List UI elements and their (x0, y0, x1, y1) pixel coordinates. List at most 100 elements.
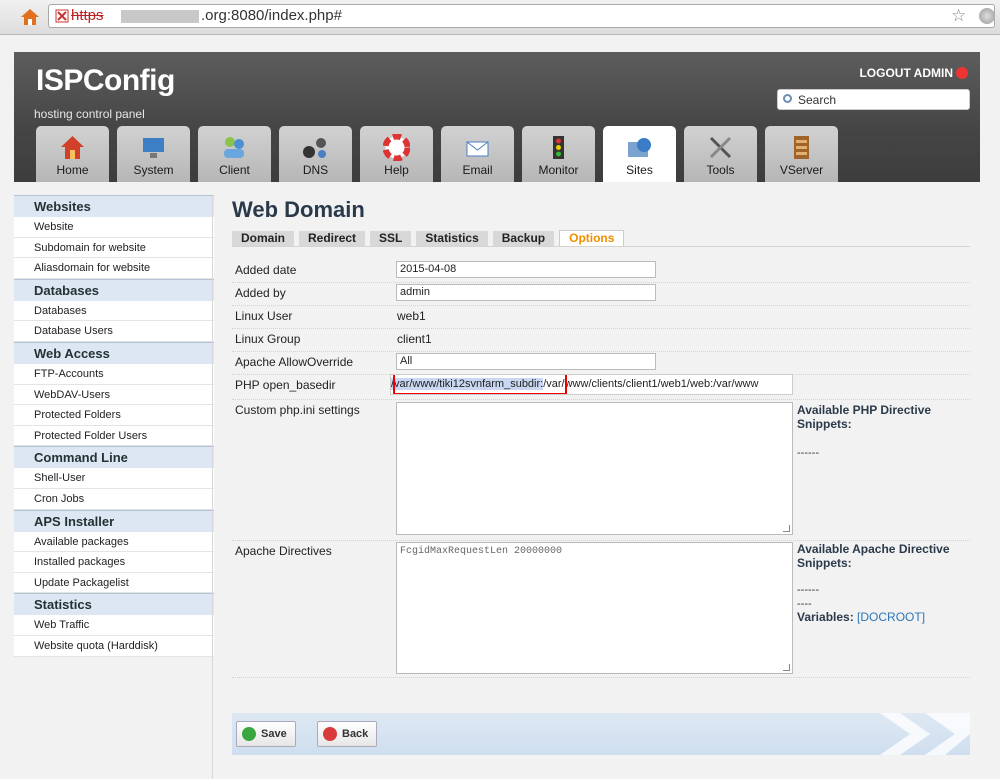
sidebar-item-available-packages[interactable]: Available packages (14, 531, 214, 553)
search-icon (783, 94, 792, 103)
url-text: .org:8080/index.php# (201, 7, 342, 24)
power-icon (956, 67, 968, 79)
highlight-annotation (393, 375, 567, 394)
row-open-basedir: PHP open_basedir /var/www/tiki12svnfarm_… (232, 374, 970, 400)
tab-email[interactable]: Email (441, 126, 514, 182)
php-snippets-text: ------ (797, 447, 819, 459)
subtab-redirect[interactable]: Redirect (299, 231, 366, 246)
search-input[interactable]: Search (777, 89, 970, 110)
linux-group-value: client1 (397, 332, 432, 346)
resize-grip-icon[interactable] (783, 664, 790, 671)
users-icon (224, 137, 244, 158)
added-date-field[interactable]: 2015-04-08 (396, 261, 656, 278)
custom-php-label: Custom php.ini settings (235, 403, 360, 417)
home-icon[interactable] (20, 7, 40, 27)
network-icon (303, 138, 326, 158)
sidebar: Websites Website Subdomain for website A… (14, 195, 214, 657)
browser-toolbar: https .org:8080/index.php# ☆ (0, 0, 1000, 35)
allowoverride-field[interactable]: All (396, 353, 656, 370)
tab-home[interactable]: Home (36, 126, 109, 182)
resize-grip-icon[interactable] (783, 525, 790, 532)
open-basedir-rest-text: /var/www/clients/client1/web1/web:/var/w… (543, 378, 759, 390)
sidebar-item-aliasdomain[interactable]: Aliasdomain for website (14, 258, 214, 279)
back-button[interactable]: Back (317, 721, 378, 747)
bookmark-star-icon[interactable]: ☆ (951, 5, 966, 27)
cancel-icon (323, 727, 337, 741)
globe-icon[interactable] (979, 8, 995, 24)
subtab-options[interactable]: Options (559, 230, 625, 247)
subtab-ssl[interactable]: SSL (370, 231, 412, 246)
variables-line: Variables: [DOCROOT] (797, 610, 925, 624)
sidebar-heading-websites: Websites (14, 195, 214, 217)
tab-vserver[interactable]: VServer (765, 126, 838, 182)
address-bar[interactable]: https .org:8080/index.php# ☆ (48, 4, 995, 28)
custom-php-textarea[interactable] (396, 402, 793, 535)
added-by-field[interactable]: admin (396, 284, 656, 301)
tab-client[interactable]: Client (198, 126, 271, 182)
row-linux-group: Linux Group client1 (232, 328, 970, 352)
tab-monitor[interactable]: Monitor (522, 126, 595, 182)
checkmark-icon (242, 727, 256, 741)
tab-dns[interactable]: DNS (279, 126, 352, 182)
subtab-backup[interactable]: Backup (492, 231, 555, 246)
logout-link[interactable]: LOGOUT ADMIN (859, 66, 968, 80)
server-icon (794, 136, 809, 159)
apache-directives-textarea[interactable]: FcgidMaxRequestLen 20000000 (396, 542, 793, 674)
sidebar-item-subdomain[interactable]: Subdomain for website (14, 237, 214, 259)
logo: ISPConfig (36, 64, 175, 97)
decorative-chevrons (880, 713, 970, 755)
docroot-variable-link[interactable]: [DOCROOT] (857, 610, 925, 624)
broken-lock-icon (55, 9, 69, 23)
sidebar-item-webdav-users[interactable]: WebDAV-Users (14, 384, 214, 406)
sidebar-item-web-traffic[interactable]: Web Traffic (14, 615, 214, 636)
sidebar-item-protected-folder-users[interactable]: Protected Folder Users (14, 425, 214, 447)
sidebar-item-website[interactable]: Website (14, 217, 214, 238)
sidebar-item-shell-user[interactable]: Shell-User (14, 468, 214, 489)
main-content: Web Domain Domain Redirect SSL Statistics Ba… (232, 195, 972, 779)
subtab-domain[interactable]: Domain (232, 231, 295, 246)
linux-group-label: Linux Group (235, 332, 301, 346)
sidebar-item-cron-jobs[interactable]: Cron Jobs (14, 488, 214, 510)
open-basedir-field[interactable]: /var/www/tiki12svnfarm_subdir:/var/www/c… (390, 374, 793, 395)
apache-snippets-text-2: ---- (797, 598, 812, 610)
sidebar-item-update-packagelist[interactable]: Update Packagelist (14, 572, 214, 594)
added-by-label: Added by (235, 286, 286, 300)
apache-directives-label: Apache Directives (235, 544, 332, 558)
sidebar-item-protected-folders[interactable]: Protected Folders (14, 405, 214, 426)
traffic-light-icon (553, 136, 564, 159)
url-protocol: https (71, 7, 104, 24)
save-button[interactable]: Save (236, 721, 296, 747)
app-header: ISPConfig hosting control panel LOGOUT A… (14, 52, 980, 182)
tagline: hosting control panel (34, 107, 145, 121)
sidebar-heading-command-line: Command Line (14, 446, 214, 469)
page-title: Web Domain (232, 197, 365, 222)
row-linux-user: Linux User web1 (232, 305, 970, 329)
row-added-by: Added by admin (232, 282, 970, 306)
row-custom-php: Custom php.ini settings Available PHP Di… (232, 399, 970, 541)
tab-system[interactable]: System (117, 126, 190, 182)
php-snippets-title: Available PHP Directive Snippets: (797, 403, 932, 431)
tab-help[interactable]: Help (360, 126, 433, 182)
sidebar-heading-statistics: Statistics (14, 593, 214, 616)
house-icon (61, 136, 84, 159)
envelope-icon (466, 141, 489, 157)
sidebar-item-installed-packages[interactable]: Installed packages (14, 552, 214, 573)
sidebar-item-database-users[interactable]: Database Users (14, 321, 214, 342)
sidebar-item-website-quota[interactable]: Website quota (Harddisk) (14, 635, 214, 657)
subtab-bar: Domain Redirect SSL Statistics Backup Options (232, 229, 629, 247)
apache-snippets-text: ------ (797, 584, 819, 596)
sidebar-divider (212, 195, 213, 779)
added-date-label: Added date (235, 263, 297, 277)
globe-folder-icon (628, 138, 651, 157)
row-apache-directives: Apache Directives FcgidMaxRequestLen 200… (232, 540, 970, 678)
url-redaction (121, 10, 199, 23)
sidebar-item-ftp-accounts[interactable]: FTP-Accounts (14, 363, 214, 385)
row-added-date: Added date 2015-04-08 (232, 259, 970, 283)
subtab-divider (232, 246, 970, 247)
sidebar-item-databases[interactable]: Databases (14, 300, 214, 322)
search-placeholder: Search (798, 93, 837, 107)
subtab-statistics[interactable]: Statistics (416, 231, 488, 246)
sidebar-heading-web-access: Web Access (14, 341, 214, 364)
tab-tools[interactable]: Tools (684, 126, 757, 182)
tab-sites[interactable]: Sites (603, 126, 676, 182)
